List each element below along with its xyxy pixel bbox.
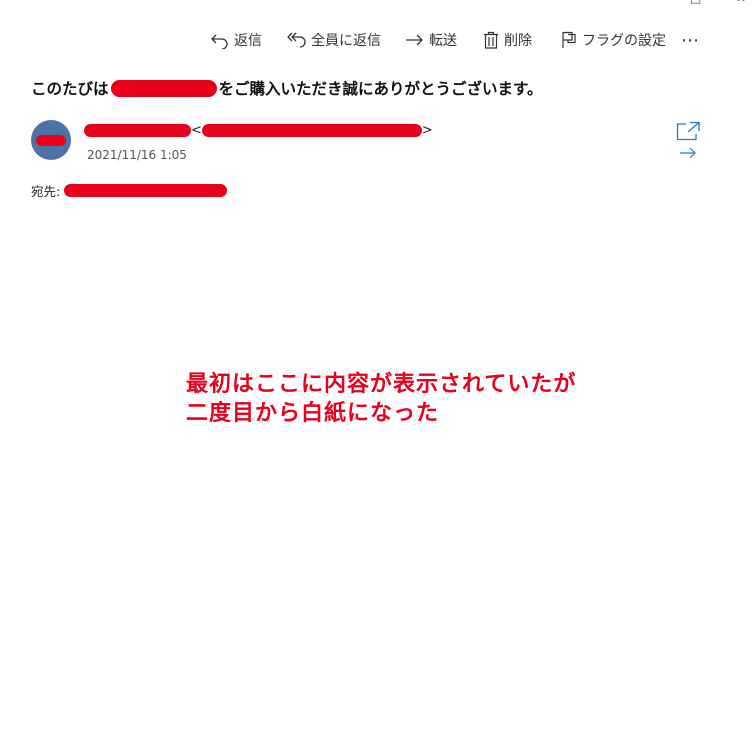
message-date: 2021/11/16 1:05 <box>87 148 187 162</box>
avatar[interactable] <box>31 120 71 160</box>
sender-bracket-open: < <box>191 123 202 138</box>
window-restore-icon[interactable]: □ <box>690 0 701 4</box>
reply-button[interactable]: 返信 <box>210 28 262 52</box>
flag-label: フラグの設定 <box>582 33 666 49</box>
message-toolbar: 返信 全員に返信 転送 削除 フラグの設定 ⋯ <box>0 28 756 52</box>
expand-arrow-icon[interactable] <box>679 146 697 160</box>
flag-icon <box>562 31 576 48</box>
annotation-line-1: 最初はここに内容が表示されていたが <box>186 372 577 397</box>
window-close-icon[interactable]: ✕ <box>736 0 746 4</box>
flag-button[interactable]: フラグの設定 <box>561 28 666 52</box>
reply-all-icon <box>287 32 306 48</box>
sender-bracket-close: > <box>421 123 433 138</box>
forward-button[interactable]: 転送 <box>405 28 457 52</box>
subject-suffix: をご購入いただき誠にありがとうございます。 <box>218 80 543 98</box>
delete-button[interactable]: 削除 <box>483 28 532 52</box>
sender-line[interactable]: < > <box>84 123 433 138</box>
message-subject: このたびは をご購入いただき誠にありがとうございます。 <box>31 77 542 99</box>
reply-icon <box>211 34 228 49</box>
annotation-text: 最初はここに内容が表示されていたが 二度目から白紙になった <box>186 370 576 428</box>
recipient-line: 宛先: <box>31 181 228 200</box>
trash-icon <box>484 31 498 49</box>
forward-label: 転送 <box>429 33 457 49</box>
reply-label: 返信 <box>234 33 262 49</box>
more-actions-button[interactable]: ⋯ <box>681 28 699 52</box>
more-icon: ⋯ <box>681 29 699 51</box>
forward-arrow-icon <box>406 34 423 46</box>
annotation-line-2: 二度目から白紙になった <box>186 401 440 426</box>
avatar-initials-redaction <box>36 134 66 146</box>
reply-all-label: 全員に返信 <box>311 33 381 49</box>
open-in-new-window-icon[interactable] <box>676 121 701 141</box>
to-label: 宛先: <box>31 184 61 199</box>
sender-name-redaction <box>84 124 191 137</box>
sender-email-redaction <box>201 124 422 137</box>
redaction-mark <box>110 79 217 97</box>
recipient-redaction <box>64 184 228 197</box>
delete-label: 削除 <box>504 33 532 49</box>
subject-prefix: このたびは <box>31 80 109 98</box>
reply-all-button[interactable]: 全員に返信 <box>286 28 381 52</box>
